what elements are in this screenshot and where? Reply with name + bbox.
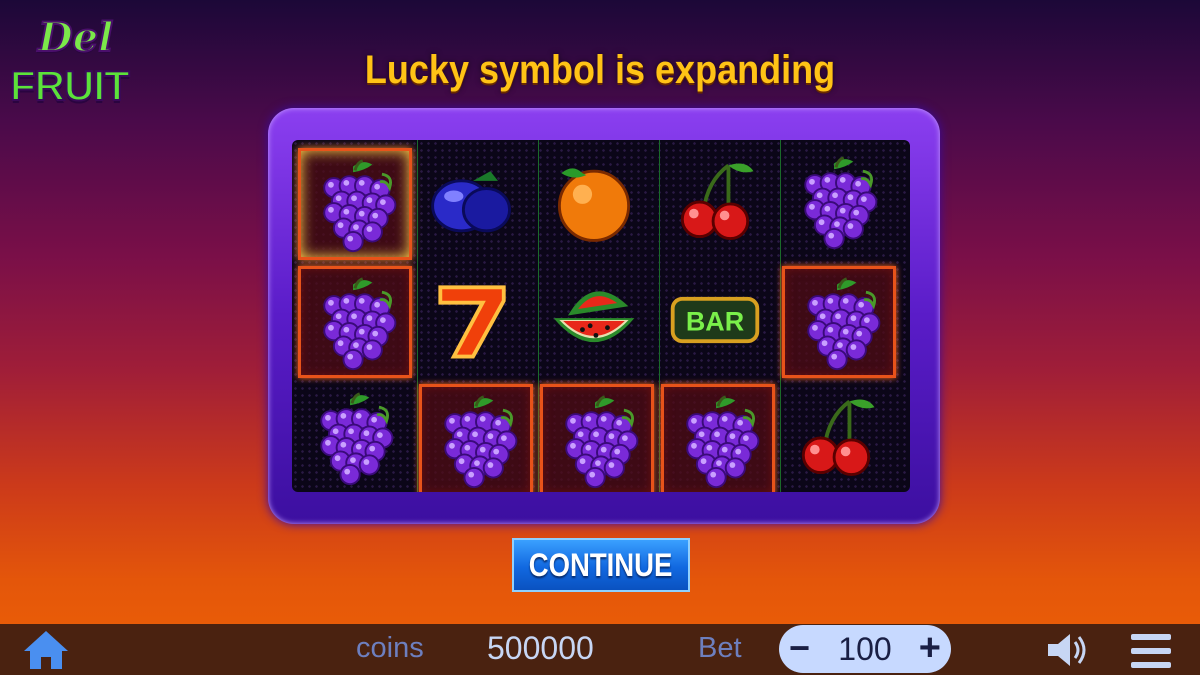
reel-4: BAR: [659, 140, 779, 492]
home-icon[interactable]: [22, 629, 70, 671]
reels-area: BAR: [292, 140, 910, 492]
reel-symbol-grapes: [419, 384, 533, 492]
hamburger-menu-icon[interactable]: [1130, 632, 1172, 670]
speaker-icon[interactable]: [1046, 630, 1092, 670]
grapes-icon: [565, 395, 639, 489]
bet-value: 100: [838, 631, 892, 667]
reel-symbol-watermelon: [540, 266, 654, 378]
bet-label: Bet: [698, 632, 742, 664]
reel-3: [538, 140, 658, 492]
reel-symbol-cherries: [782, 384, 896, 492]
reel-symbol-cherries: [661, 148, 775, 260]
reel-5: [780, 140, 900, 492]
reel-1: [296, 140, 416, 492]
reel-symbol-grapes: [298, 266, 412, 378]
plum-icon: [431, 171, 511, 233]
svg-text:BAR: BAR: [686, 307, 744, 337]
reel-symbol-grapes: [782, 148, 896, 260]
reel-2: [417, 140, 537, 492]
seven-icon: [438, 285, 506, 359]
reel-symbol-grapes: [540, 384, 654, 492]
continue-button[interactable]: CONTINUE: [512, 538, 690, 592]
bottom-bar: [0, 624, 1200, 675]
continue-button-label: CONTINUE: [529, 546, 673, 583]
reel-symbol-grapes: [298, 148, 412, 260]
grapes-icon: [807, 277, 881, 371]
increase-bet-button[interactable]: +: [919, 628, 941, 668]
reel-symbol-grapes: [298, 384, 412, 492]
reel-symbol-bar: BAR: [661, 266, 775, 378]
orange-icon: [557, 168, 631, 242]
watermelon-icon: [553, 291, 635, 343]
bet-stepper: − 100 +: [779, 625, 951, 673]
grapes-icon: [444, 395, 518, 489]
coins-label: coins: [356, 632, 424, 664]
coins-value: 500000: [487, 630, 594, 666]
grapes-icon: [686, 395, 760, 489]
reel-symbol-seven: [419, 266, 533, 378]
reel-symbol-grapes: [782, 266, 896, 378]
grapes-icon: [804, 156, 878, 250]
grapes-icon: [323, 277, 397, 371]
cherries-icon: [801, 399, 875, 476]
bar-icon: BAR: [670, 296, 760, 344]
reel-symbol-orange: [540, 148, 654, 260]
grapes-icon: [323, 159, 397, 253]
reel-symbol-plum: [419, 148, 533, 260]
reel-symbol-grapes: [661, 384, 775, 492]
grapes-icon: [320, 392, 394, 486]
cherries-icon: [680, 163, 754, 240]
status-message: Lucky symbol is expanding: [364, 48, 836, 92]
decrease-bet-button[interactable]: −: [789, 628, 810, 668]
